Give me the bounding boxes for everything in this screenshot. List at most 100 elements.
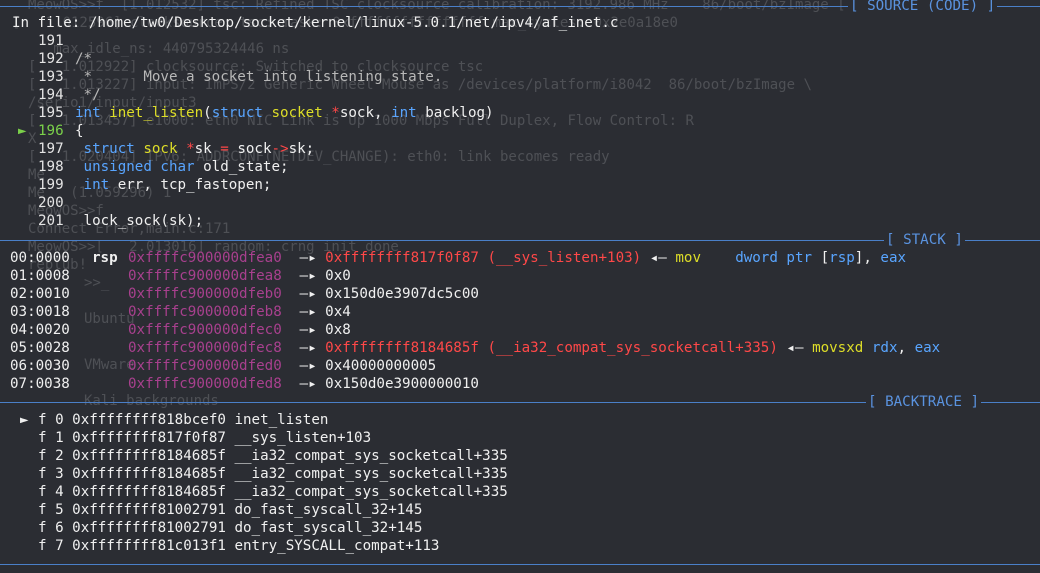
code-token: */ bbox=[75, 87, 101, 103]
code-token: inet_listen bbox=[109, 105, 204, 121]
code-token: int bbox=[75, 105, 110, 121]
stack-pane-title: [ STACK ] bbox=[884, 231, 965, 249]
source-line-number: 193 bbox=[38, 69, 64, 85]
stack-value: —▸ 0xffffffff8184685f (__ia32_compat_sys… bbox=[291, 339, 941, 357]
frame-index: f 3 bbox=[38, 466, 64, 482]
background-text-line: Kali backgrounds bbox=[84, 393, 219, 409]
code-token: ◂— bbox=[641, 250, 676, 266]
backtrace-frame[interactable]: f 1 0xffffffff817f0f87 __sys_listen+103 bbox=[38, 429, 371, 447]
stack-address[interactable]: 0xffffc900000dfed0 bbox=[128, 357, 282, 375]
stack-address[interactable]: 0xffffc900000dfea0 bbox=[128, 249, 282, 267]
backtrace-frame[interactable]: f 6 0xffffffff81002791 do_fast_syscall_3… bbox=[38, 519, 422, 537]
source-line-number: 199 bbox=[38, 177, 64, 193]
code-token: lock_sock(sk); bbox=[75, 213, 204, 229]
backtrace-frame[interactable]: f 5 0xffffffff81002791 do_fast_syscall_3… bbox=[38, 501, 422, 519]
source-line-code: struct sock *sk = sock->sk; bbox=[75, 140, 315, 158]
stack-value: —▸ 0x8 bbox=[291, 321, 351, 339]
frame-symbol: inet_listen bbox=[234, 412, 329, 428]
code-token: 0xffffffff8184685f (__ia32_compat_sys_so… bbox=[325, 340, 778, 356]
frame-address: 0xffffffff818bcef0 bbox=[72, 412, 226, 428]
backtrace-frame[interactable]: f 0 0xffffffff818bcef0 inet_listen bbox=[38, 411, 328, 429]
code-token: —▸ 0x8 bbox=[291, 322, 351, 338]
code-token: eax bbox=[914, 340, 941, 356]
code-token: , bbox=[897, 340, 915, 356]
code-token: rsp bbox=[829, 250, 855, 266]
source-line-number: 192 bbox=[38, 51, 64, 67]
frame-symbol: __sys_listen+103 bbox=[234, 430, 372, 446]
frame-address: 0xffffffff81c013f1 bbox=[72, 538, 226, 554]
code-token: -> bbox=[271, 141, 289, 157]
code-token: err, tcp_fastopen; bbox=[117, 177, 272, 193]
frame-address: 0xffffffff8184685f bbox=[72, 448, 226, 464]
source-line-code: { bbox=[75, 122, 84, 140]
code-token: /* bbox=[75, 51, 93, 67]
code-token: dword ptr bbox=[735, 250, 821, 266]
code-token: = bbox=[220, 141, 229, 157]
frame-index: f 6 bbox=[38, 520, 64, 536]
frame-index: f 7 bbox=[38, 538, 64, 554]
stack-offset: 00:0000 bbox=[10, 250, 70, 266]
code-token: 0xffffffff817f0f87 (__sys_listen+103) bbox=[325, 250, 642, 266]
code-token: { bbox=[75, 123, 84, 139]
code-token: old_state; bbox=[203, 159, 289, 175]
source-line-number: 201 bbox=[38, 213, 64, 229]
background-text-line: Ubuntu bbox=[84, 311, 135, 327]
frame-index: f 1 bbox=[38, 430, 64, 446]
background-text-line: MeowOS>>f [1.012532] tsc: Refined TSC cl… bbox=[28, 0, 846, 13]
stack-offset: 04:0020 bbox=[10, 322, 70, 338]
stack-value: —▸ 0x4 bbox=[291, 303, 351, 321]
code-token: * Move a socket into listening state. bbox=[75, 69, 443, 85]
frame-symbol: do_fast_syscall_32+145 bbox=[234, 520, 423, 536]
backtrace-frame[interactable]: f 2 0xffffffff8184685f __ia32_compat_sys… bbox=[38, 447, 508, 465]
frame-index: f 2 bbox=[38, 448, 64, 464]
stack-address[interactable]: 0xffffc900000dfea8 bbox=[128, 267, 282, 285]
stack-address[interactable]: 0xffffc900000dfeb8 bbox=[128, 303, 282, 321]
frame-address: 0xffffffff817f0f87 bbox=[72, 430, 226, 446]
frame-symbol: __ia32_compat_sys_socketcall+335 bbox=[234, 466, 508, 482]
code-token: sock, bbox=[339, 105, 392, 121]
current-line-marker-icon: ► bbox=[18, 123, 27, 139]
backtrace-frame[interactable]: f 3 0xffffffff8184685f __ia32_compat_sys… bbox=[38, 465, 508, 483]
source-line-number: 198 bbox=[38, 159, 64, 175]
code-token: eax bbox=[880, 250, 907, 266]
bottom-border bbox=[0, 564, 1040, 565]
frame-index: f 5 bbox=[38, 502, 64, 518]
code-token: sock bbox=[143, 141, 187, 157]
code-token: —▸ 0x150d0e3907dc5c00 bbox=[291, 286, 479, 302]
code-token: —▸ 0x40000000005 bbox=[291, 358, 437, 374]
stack-value: —▸ 0xffffffff817f0f87 (__sys_listen+103)… bbox=[291, 249, 907, 267]
stack-address[interactable]: 0xffffc900000dfec0 bbox=[128, 321, 282, 339]
stack-value: —▸ 0x150d0e3900000010 bbox=[291, 375, 479, 393]
source-line-code: unsigned char old_state; bbox=[75, 158, 289, 176]
code-token: * bbox=[331, 105, 340, 121]
source-line-code: * Move a socket into listening state. bbox=[75, 68, 443, 86]
code-token: rdx bbox=[871, 340, 898, 356]
frame-address: 0xffffffff81002791 bbox=[72, 520, 226, 536]
code-token: movsxd bbox=[812, 340, 872, 356]
background-text-line: X bbox=[28, 131, 37, 147]
current-frame-marker-icon: ► bbox=[20, 412, 29, 428]
frame-address: 0xffffffff81002791 bbox=[72, 502, 226, 518]
backtrace-frame[interactable]: f 4 0xffffffff8184685f __ia32_compat_sys… bbox=[38, 483, 508, 501]
stack-register-label: rsp bbox=[92, 250, 118, 266]
frame-symbol: do_fast_syscall_32+145 bbox=[234, 502, 423, 518]
stack-offset: 06:0030 bbox=[10, 358, 70, 374]
code-token: ( bbox=[203, 105, 212, 121]
source-line-code: /* bbox=[75, 50, 92, 68]
code-token: struct bbox=[75, 141, 144, 157]
code-token: —▸ bbox=[291, 340, 326, 356]
source-file-path: In file: /home/tw0/Desktop/socket/kernel… bbox=[12, 15, 619, 31]
code-token: —▸ 0x4 bbox=[291, 304, 351, 320]
stack-address[interactable]: 0xffffc900000dfed8 bbox=[128, 375, 282, 393]
code-token: sk; bbox=[288, 141, 315, 157]
source-line-code: int err, tcp_fastopen; bbox=[75, 176, 272, 194]
backtrace-frame[interactable]: f 7 0xffffffff81c013f1 entry_SYSCALL_com… bbox=[38, 537, 439, 555]
code-token: int bbox=[75, 177, 118, 193]
code-token: socket bbox=[271, 105, 332, 121]
stack-address[interactable]: 0xffffc900000dfeb0 bbox=[128, 285, 282, 303]
stack-address[interactable]: 0xffffc900000dfec8 bbox=[128, 339, 282, 357]
code-token: sock bbox=[228, 141, 272, 157]
code-token: * bbox=[186, 141, 195, 157]
background-text-line: VMware bbox=[84, 357, 135, 373]
frame-index: f 4 bbox=[38, 484, 64, 500]
